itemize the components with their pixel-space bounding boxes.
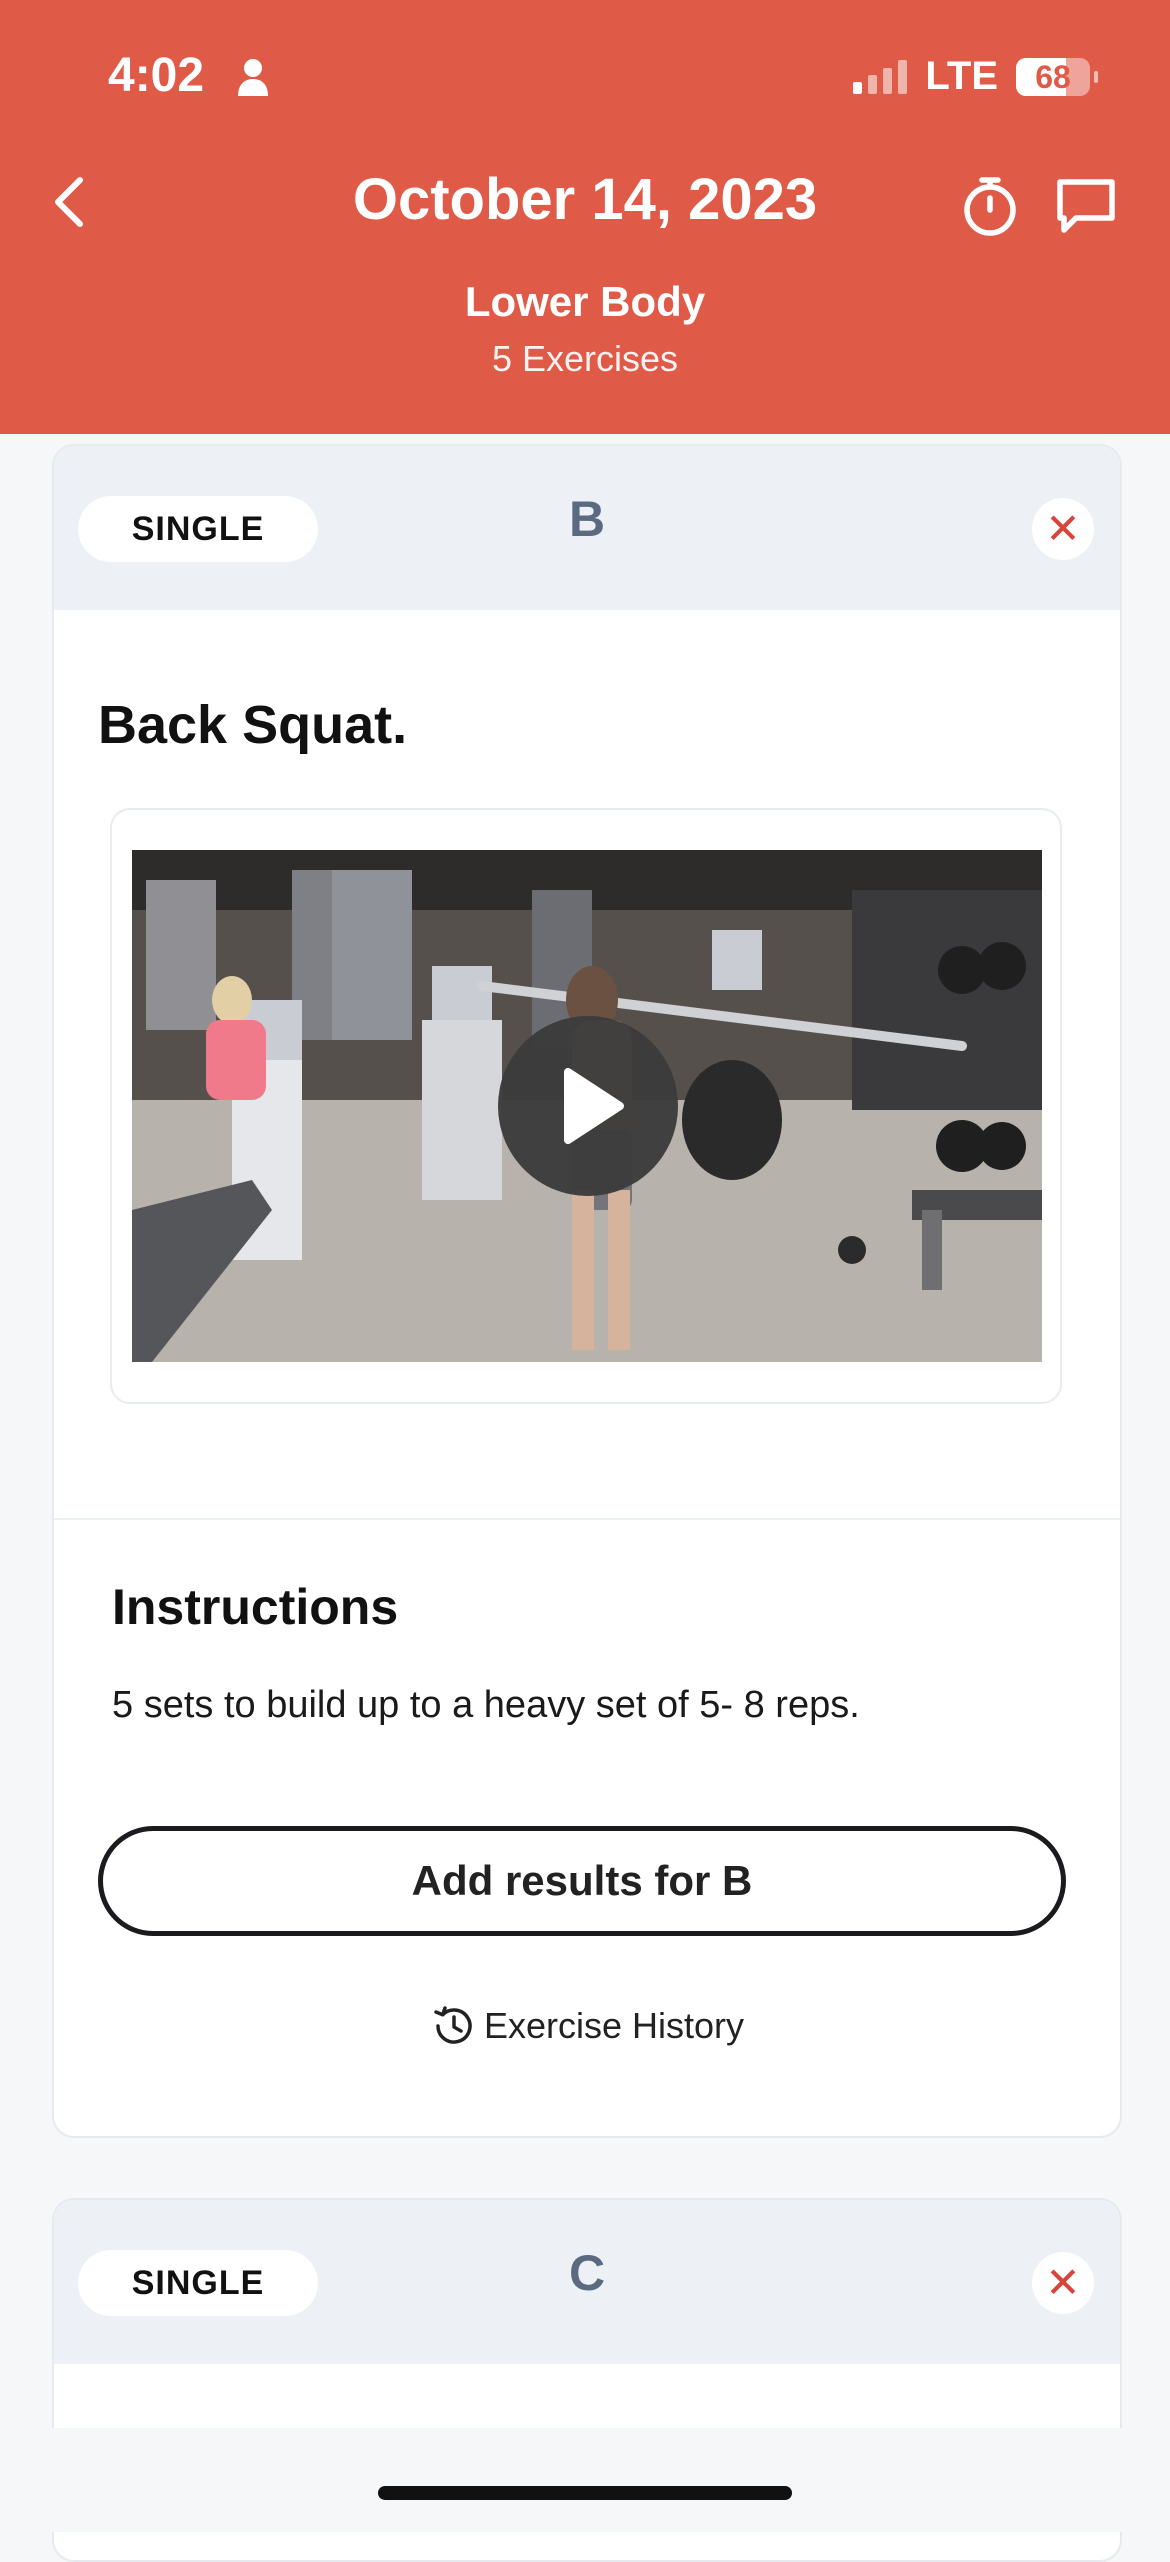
section-divider bbox=[54, 1518, 1120, 1520]
header: 4:02 LTE 68 October 14, 2023 Lower Body … bbox=[0, 0, 1170, 434]
chat-bubble-icon[interactable] bbox=[1054, 174, 1118, 238]
exercise-history-label: Exercise History bbox=[483, 2005, 745, 2046]
add-results-button[interactable]: Add results for B bbox=[98, 1826, 1066, 1936]
status-indicators: LTE 68 bbox=[853, 54, 1098, 99]
person-icon bbox=[238, 59, 268, 96]
exercise-history-link[interactable]: Exercise History bbox=[54, 2002, 1120, 2050]
exercise-video[interactable] bbox=[132, 850, 1042, 1362]
exercise-card-b: SINGLE B ✕ Back Squat. Instructions 5 se… bbox=[52, 444, 1122, 2138]
bottom-safe-area bbox=[0, 2428, 1170, 2532]
group-letter: B bbox=[568, 491, 606, 547]
history-clock-icon bbox=[434, 2006, 472, 2044]
card-header: SINGLE B ✕ bbox=[54, 446, 1120, 610]
card-header: SINGLE C ✕ bbox=[54, 2200, 1120, 2364]
close-button[interactable]: ✕ bbox=[1032, 2252, 1094, 2314]
group-letter: C bbox=[568, 2245, 606, 2301]
exercise-title: Back Squat. bbox=[98, 695, 408, 755]
instructions-text: 5 sets to build up to a heavy set of 5- … bbox=[112, 1684, 860, 1726]
battery-icon: 68 bbox=[1016, 57, 1098, 96]
network-label: LTE bbox=[925, 54, 998, 98]
stopwatch-icon[interactable] bbox=[958, 174, 1022, 238]
home-indicator[interactable] bbox=[378, 2486, 792, 2500]
exercise-count: 5 Exercises bbox=[491, 338, 679, 379]
battery-level: 68 bbox=[1035, 58, 1071, 95]
instructions-heading: Instructions bbox=[112, 1579, 399, 1635]
close-button[interactable]: ✕ bbox=[1032, 498, 1094, 560]
signal-icon bbox=[853, 59, 908, 94]
workout-name: Lower Body bbox=[464, 278, 706, 325]
status-time: 4:02 bbox=[108, 49, 205, 102]
play-icon[interactable] bbox=[498, 1016, 678, 1196]
video-container bbox=[110, 808, 1062, 1404]
